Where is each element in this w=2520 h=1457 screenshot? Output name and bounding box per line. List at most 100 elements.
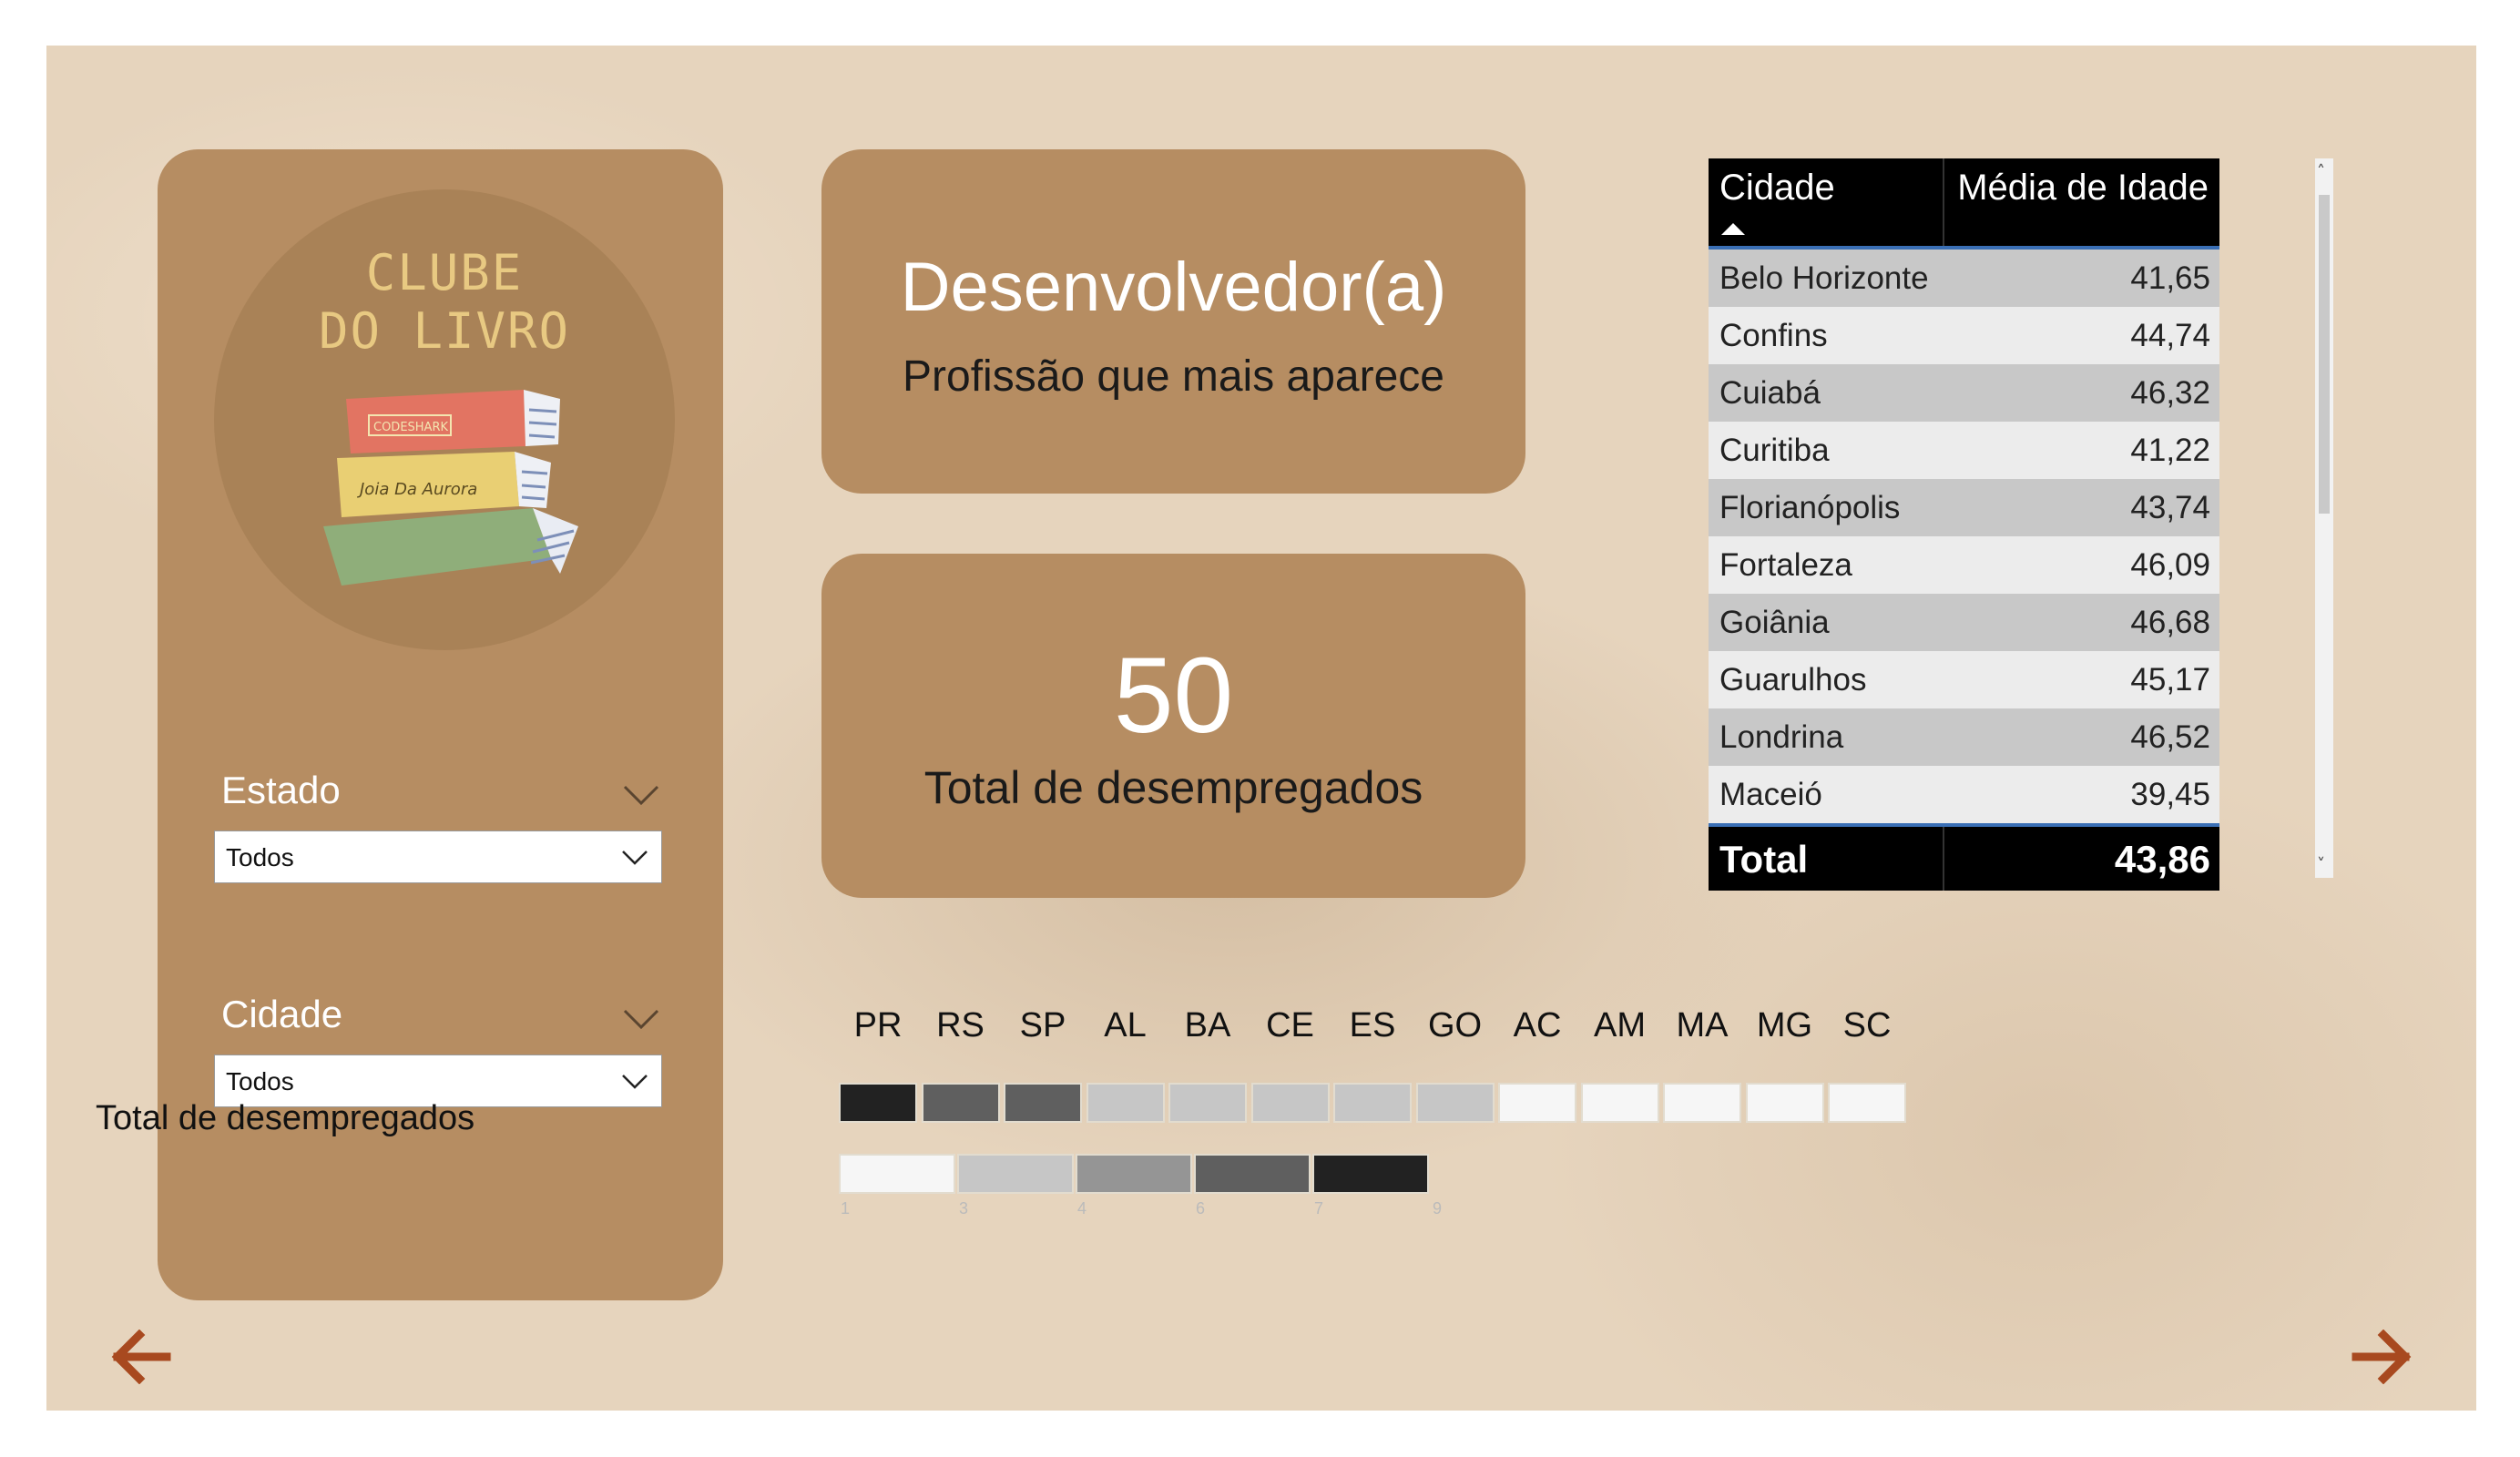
- kpi-profession-label: Profissão que mais aparece: [903, 352, 1444, 401]
- state-label-am: AM: [1594, 1006, 1646, 1044]
- table-row[interactable]: Goiânia 46,68: [1709, 594, 2219, 651]
- cell-media-idade: 45,17: [2130, 662, 2210, 698]
- sort-ascending-icon[interactable]: [1719, 220, 1747, 237]
- logo-title: CLUBE DO LIVRO: [214, 244, 675, 361]
- book-club-logo: CLUBE DO LIVRO Joia Da Aurora CODESHARK: [214, 189, 675, 650]
- total-divider: [1943, 827, 1944, 891]
- column-header-media-idade[interactable]: Média de Idade: [1957, 168, 2209, 209]
- forward-arrow-icon[interactable]: [2351, 1330, 2414, 1384]
- heatmap-cell-al[interactable]: [1086, 1083, 1165, 1123]
- estado-dropdown-value: Todos: [226, 843, 294, 871]
- cell-media-idade: 39,45: [2130, 777, 2210, 812]
- color-scale-step: [957, 1154, 1074, 1194]
- kpi-profession-value: Desenvolvedor(a): [900, 249, 1447, 326]
- table-body: Belo Horizonte 41,65 Confins 44,74 Cuiabá 46,…: [1709, 250, 2219, 823]
- table-row[interactable]: Londrina 46,52: [1709, 708, 2219, 766]
- cell-cidade: Fortaleza: [1719, 547, 1852, 583]
- table-row[interactable]: Belo Horizonte 41,65: [1709, 250, 2219, 307]
- state-label-pr: PR: [853, 1006, 903, 1044]
- header-divider: [1943, 158, 1944, 246]
- state-label-ac: AC: [1513, 1006, 1562, 1044]
- heatmap-cell-ac[interactable]: [1498, 1083, 1576, 1123]
- cell-cidade: Florianópolis: [1719, 490, 1901, 525]
- scroll-down-icon[interactable]: ˅: [2317, 855, 2325, 874]
- cell-cidade: Londrina: [1719, 719, 1844, 755]
- kpi-unemployed-label: Total de desempregados: [923, 762, 1423, 813]
- table-row[interactable]: Florianópolis 43,74: [1709, 479, 2219, 536]
- table-row[interactable]: Fortaleza 46,09: [1709, 536, 2219, 594]
- logo-line-2: DO LIVRO: [318, 302, 571, 360]
- table-header: Cidade Média de Idade: [1709, 158, 2219, 246]
- cell-media-idade: 41,65: [2130, 260, 2210, 296]
- cell-media-idade: 43,74: [2130, 490, 2210, 525]
- heatmap-cell-ma[interactable]: [1663, 1083, 1741, 1123]
- cell-media-idade: 46,09: [2130, 547, 2210, 583]
- table-row[interactable]: Guarulhos 45,17: [1709, 651, 2219, 708]
- table-scrollbar[interactable]: ˄ ˅: [2315, 158, 2333, 878]
- cell-cidade: Confins: [1719, 318, 1828, 353]
- table-row[interactable]: Curitiba 41,22: [1709, 422, 2219, 479]
- cell-cidade: Maceió: [1719, 777, 1822, 812]
- heatmap-cell-go[interactable]: [1415, 1083, 1495, 1123]
- heatmap-cell-sc[interactable]: [1828, 1083, 1906, 1123]
- color-scale-tick: 3: [959, 1199, 969, 1218]
- heatmap-cell-rs[interactable]: [921, 1083, 1000, 1123]
- report-canvas: CLUBE DO LIVRO Joia Da Aurora CODESHARK: [46, 46, 2476, 1411]
- logo-line-1: CLUBE: [365, 244, 524, 301]
- color-scale-tick: 9: [1433, 1199, 1443, 1218]
- chevron-down-icon[interactable]: [622, 782, 660, 808]
- state-label-ma: MA: [1676, 1006, 1729, 1044]
- chevron-down-icon: [622, 851, 648, 865]
- city-age-table: Cidade Média de Idade Belo Horizonte 41,6…: [1709, 158, 2219, 891]
- cell-cidade: Curitiba: [1719, 433, 1830, 468]
- state-label-mg: MG: [1756, 1006, 1813, 1044]
- heatmap-cell-es[interactable]: [1333, 1083, 1412, 1123]
- heatmap-cell-am[interactable]: [1580, 1083, 1659, 1123]
- cell-media-idade: 44,74: [2130, 318, 2210, 353]
- heatmap-cell-pr[interactable]: [839, 1083, 917, 1123]
- heatmap-cell-ba[interactable]: [1168, 1083, 1247, 1123]
- color-scale-tick: 4: [1077, 1199, 1087, 1218]
- heatmap-cell-ce[interactable]: [1250, 1083, 1330, 1123]
- state-label-ba: BA: [1184, 1006, 1231, 1044]
- state-label-sp: SP: [1019, 1006, 1066, 1044]
- table-row[interactable]: Maceió 39,45: [1709, 766, 2219, 823]
- estado-dropdown[interactable]: Todos: [214, 830, 662, 883]
- column-header-cidade[interactable]: Cidade: [1719, 168, 1835, 209]
- svg-text:CODESHARK: CODESHARK: [373, 421, 448, 434]
- cell-media-idade: 46,52: [2130, 719, 2210, 755]
- state-label-es: ES: [1349, 1006, 1396, 1044]
- kpi-card-unemployed: 50 Total de desempregados: [821, 554, 1525, 898]
- total-value: 43,86: [2114, 838, 2210, 881]
- heatmap-cell-mg[interactable]: [1745, 1083, 1824, 1123]
- state-label-ce: CE: [1266, 1006, 1314, 1044]
- books-stack-icon: Joia Da Aurora CODESHARK: [323, 390, 578, 586]
- state-label-rs: RS: [936, 1006, 985, 1044]
- state-label-al: AL: [1104, 1006, 1147, 1044]
- scroll-up-icon[interactable]: ˄: [2317, 162, 2325, 181]
- cell-cidade: Goiânia: [1719, 605, 1830, 640]
- heatmap-cell-sp[interactable]: [1004, 1083, 1082, 1123]
- table-row[interactable]: Cuiabá 46,32: [1709, 364, 2219, 422]
- kpi-card-profession: Desenvolvedor(a) Profissão que mais apar…: [821, 149, 1525, 494]
- table-row[interactable]: Confins 44,74: [1709, 307, 2219, 364]
- total-label: Total: [1719, 838, 1809, 881]
- state-label-sc: SC: [1842, 1006, 1892, 1044]
- svg-text:Joia Da Aurora: Joia Da Aurora: [357, 480, 477, 499]
- slicer-cidade-title: Cidade: [221, 993, 343, 1035]
- chevron-down-icon[interactable]: [622, 1006, 660, 1032]
- back-arrow-icon[interactable]: [108, 1330, 172, 1384]
- color-scale-tick: 6: [1196, 1199, 1206, 1218]
- color-scale-step: [1312, 1154, 1429, 1194]
- color-scale-tick: 1: [841, 1199, 851, 1218]
- cell-media-idade: 46,32: [2130, 375, 2210, 411]
- cell-cidade: Cuiabá: [1719, 375, 1821, 411]
- color-scale-step: [1194, 1154, 1311, 1194]
- table-total-row: Total 43,86: [1709, 823, 2219, 891]
- matrix-row-label: Total de desempregados: [96, 1099, 475, 1137]
- cell-media-idade: 41,22: [2130, 433, 2210, 468]
- cell-cidade: Guarulhos: [1719, 662, 1867, 698]
- color-scale-step: [1076, 1154, 1192, 1194]
- scroll-thumb[interactable]: [2319, 195, 2330, 514]
- slicer-estado-title: Estado: [221, 769, 341, 811]
